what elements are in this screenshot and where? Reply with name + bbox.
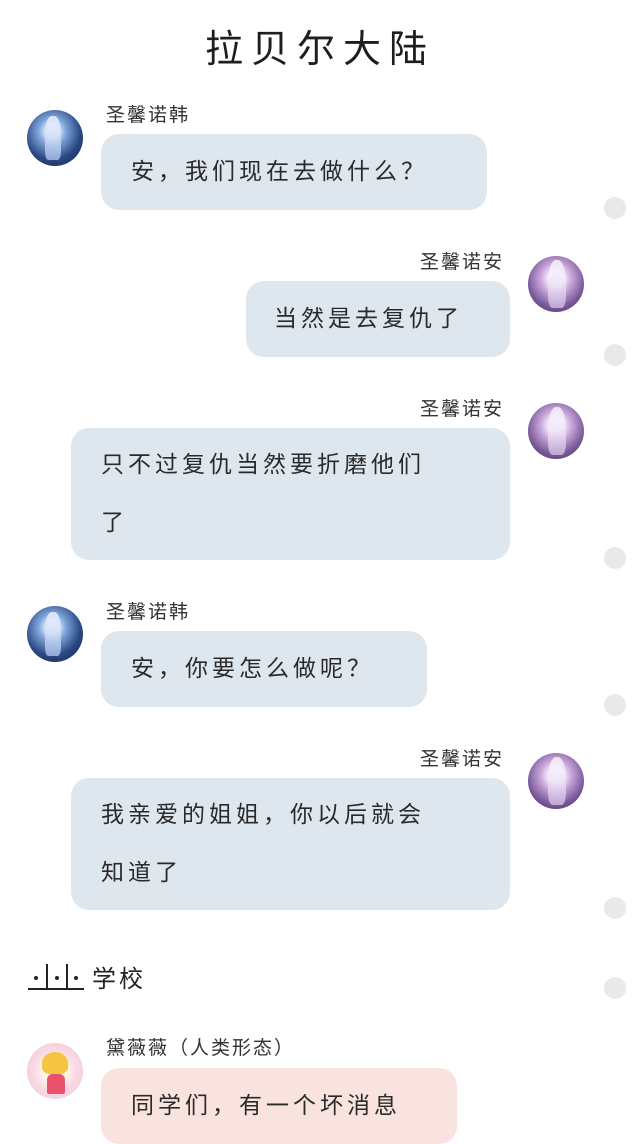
sender-name: 圣馨诺韩 bbox=[106, 104, 191, 126]
purple-haired-girl-avatar[interactable] bbox=[528, 403, 584, 459]
story-title: 拉贝尔大陆 bbox=[204, 27, 435, 71]
message-line: 我亲爱的姐姐，你以后就会 bbox=[101, 802, 425, 828]
message-bubble[interactable]: 当然是去复仇了 bbox=[246, 281, 510, 357]
sender-name: 圣馨诺韩 bbox=[106, 601, 191, 623]
message-bubble[interactable]: 同学们，有一个坏消息 bbox=[101, 1068, 457, 1144]
sender-name: 圣馨诺安 bbox=[420, 748, 505, 770]
message-bubble[interactable]: 只不过复仇当然要折磨他们 了 bbox=[71, 428, 510, 560]
sender-name: 黛薇薇（人类形态） bbox=[106, 1037, 296, 1059]
scene-marker-icon bbox=[28, 962, 84, 990]
purple-haired-girl-avatar[interactable] bbox=[528, 753, 584, 809]
purple-haired-girl-avatar[interactable] bbox=[528, 256, 584, 312]
message-bubble[interactable]: 我亲爱的姐姐，你以后就会 知道了 bbox=[71, 778, 510, 910]
scene-label: 学校 bbox=[92, 964, 146, 993]
sender-name: 圣馨诺安 bbox=[420, 398, 505, 420]
read-status-dot[interactable] bbox=[604, 977, 626, 999]
message-bubble[interactable]: 安，我们现在去做什么？ bbox=[101, 134, 487, 210]
message-line: 只不过复仇当然要折磨他们 bbox=[101, 452, 425, 478]
read-status-dot[interactable] bbox=[604, 197, 626, 219]
message-line: 了 bbox=[101, 510, 128, 536]
message-line: 知道了 bbox=[101, 860, 182, 886]
sender-name: 圣馨诺安 bbox=[420, 251, 505, 273]
blue-haired-girl-avatar[interactable] bbox=[27, 110, 83, 166]
read-status-dot[interactable] bbox=[604, 694, 626, 716]
blue-haired-girl-avatar[interactable] bbox=[27, 606, 83, 662]
scene-divider: 学校 bbox=[28, 958, 146, 994]
blonde-girl-avatar[interactable] bbox=[27, 1043, 83, 1099]
read-status-dot[interactable] bbox=[604, 897, 626, 919]
message-bubble[interactable]: 安，你要怎么做呢？ bbox=[101, 631, 427, 707]
read-status-dot[interactable] bbox=[604, 344, 626, 366]
read-status-dot[interactable] bbox=[604, 547, 626, 569]
